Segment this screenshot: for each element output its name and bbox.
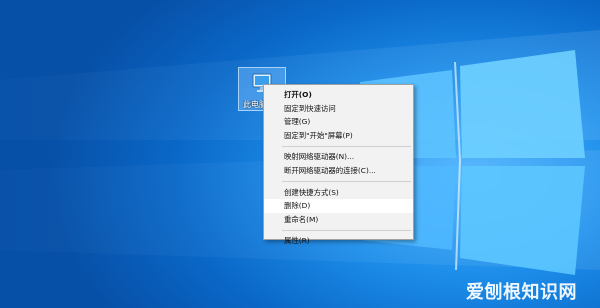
desktop: 此电脑 打开(O) 固定到快速访问 管理(G) 固定到"开始"屏幕(P) 映射网… [0, 0, 600, 308]
menu-separator [282, 145, 411, 147]
context-menu: 打开(O) 固定到快速访问 管理(G) 固定到"开始"屏幕(P) 映射网络驱动器… [263, 84, 414, 245]
menu-item-manage[interactable]: 管理(G) [264, 115, 413, 129]
menu-item-disconnect-network-drive[interactable]: 断开网络驱动器的连接(C)... [264, 164, 413, 178]
this-pc-icon-label: 此电脑 [243, 100, 263, 109]
menu-item-properties[interactable]: 属性(R) [264, 234, 413, 248]
menu-separator [282, 229, 411, 231]
menu-item-delete[interactable]: 删除(D) [264, 199, 413, 213]
menu-item-open[interactable]: 打开(O) [264, 88, 413, 102]
menu-item-create-shortcut[interactable]: 创建快捷方式(S) [264, 186, 413, 200]
menu-item-pin-to-quick-access[interactable]: 固定到快速访问 [264, 102, 413, 116]
menu-item-pin-to-start[interactable]: 固定到"开始"屏幕(P) [264, 129, 413, 143]
menu-item-map-network-drive[interactable]: 映射网络驱动器(N)... [264, 150, 413, 164]
menu-item-rename[interactable]: 重命名(M) [264, 213, 413, 227]
watermark: 爱刨根知识网 [466, 282, 577, 303]
menu-separator [282, 181, 411, 183]
